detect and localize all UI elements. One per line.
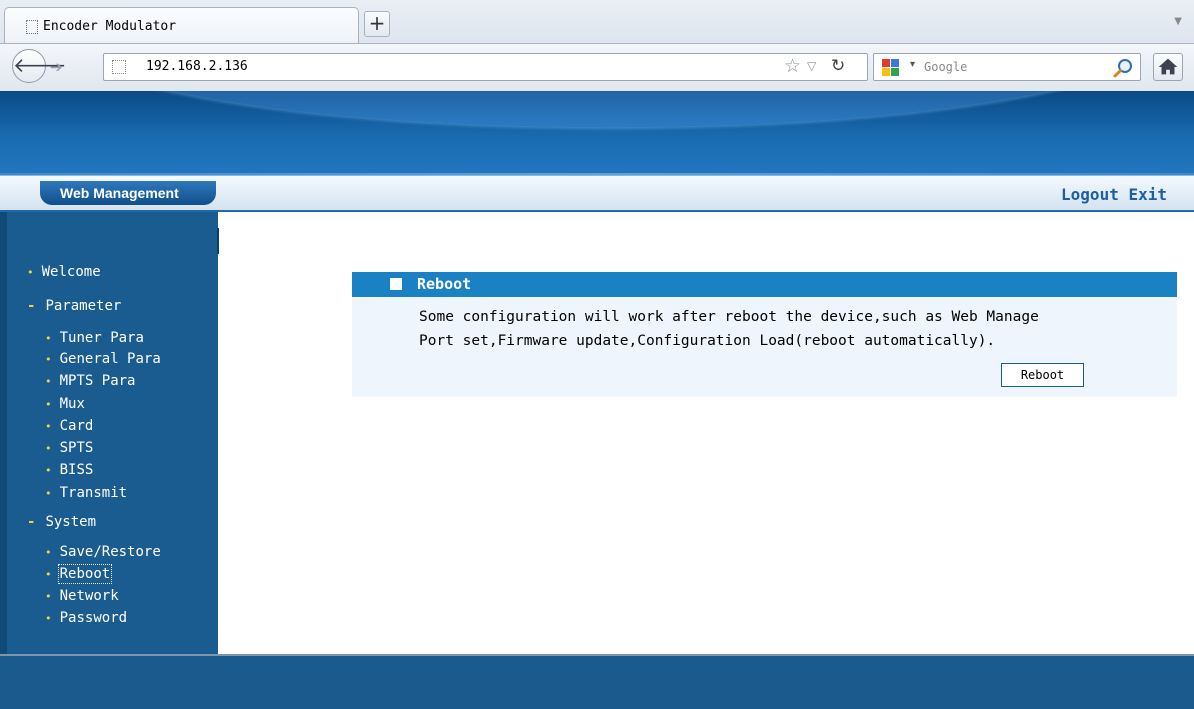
forward-button[interactable]: ➔ <box>50 58 63 76</box>
nav-parameter[interactable]: - Parameter <box>27 298 121 314</box>
bullet-icon: • <box>45 442 52 455</box>
nav-tuner-para[interactable]: • Tuner Para <box>45 330 144 346</box>
nav-mux[interactable]: • Mux <box>45 396 85 412</box>
bullet-icon: • <box>45 398 52 411</box>
navigation-toolbar: 🡐 ➔ 192.168.2.136 ☆ ▽ ↻ ▾ Google <box>0 43 1194 91</box>
nav-label[interactable]: Tuner Para <box>60 330 144 346</box>
square-icon <box>390 278 402 290</box>
panel-header: Reboot <box>352 272 1177 297</box>
browser-tab-strip: Encoder Modulator + ▼ <box>0 0 1194 43</box>
collapse-icon[interactable]: - <box>27 514 35 530</box>
nav-card[interactable]: • Card <box>45 418 93 434</box>
search-bar[interactable]: ▾ Google <box>873 53 1141 81</box>
bullet-icon: • <box>45 332 52 345</box>
nav-label[interactable]: Transmit <box>60 485 127 501</box>
bullet-icon: • <box>45 590 52 603</box>
nav-welcome[interactable]: • Welcome <box>27 264 101 280</box>
nav-label[interactable]: Password <box>60 610 127 626</box>
bullet-icon: • <box>45 487 52 500</box>
bullet-icon: • <box>45 353 52 366</box>
site-identity-icon[interactable] <box>112 60 126 74</box>
nav-save-restore[interactable]: • Save/Restore <box>45 544 161 560</box>
nav-label[interactable]: Mux <box>60 396 85 412</box>
reboot-description: Some configuration will work after reboo… <box>419 305 1169 353</box>
search-icon[interactable] <box>1112 57 1134 79</box>
nav-label[interactable]: MPTS Para <box>60 373 136 389</box>
address-bar[interactable]: 192.168.2.136 ☆ ▽ ↻ <box>103 53 868 81</box>
collapse-icon[interactable]: - <box>27 298 35 314</box>
nav-label[interactable]: BISS <box>60 462 94 478</box>
bookmark-star-icon[interactable]: ☆ <box>784 55 801 77</box>
header-banner <box>0 91 1194 175</box>
sidebar-divider <box>217 228 219 254</box>
nav-mpts-para[interactable]: • MPTS Para <box>45 373 135 389</box>
browser-tab[interactable]: Encoder Modulator <box>4 7 359 43</box>
nav-transmit[interactable]: • Transmit <box>45 485 127 501</box>
top-links: Logout Exit <box>1061 185 1167 204</box>
url-text[interactable]: 192.168.2.136 <box>146 59 248 74</box>
exit-link[interactable]: Exit <box>1128 185 1167 204</box>
engine-dropdown-icon[interactable]: ▾ <box>910 59 915 70</box>
page-favicon-icon <box>26 20 38 34</box>
footer-bar <box>0 654 1194 709</box>
history-dropdown-icon[interactable]: ▽ <box>807 59 816 73</box>
back-button[interactable]: 🡐 <box>12 49 67 83</box>
nav-system[interactable]: - System <box>27 514 96 530</box>
nav-label[interactable]: Network <box>60 588 119 604</box>
description-line: Port set,Firmware update,Configuration L… <box>419 333 996 349</box>
web-management-tab: Web Management <box>40 181 216 205</box>
banner-arc <box>50 91 1170 127</box>
nav-label[interactable]: Reboot <box>57 564 113 584</box>
nav-label[interactable]: Save/Restore <box>60 544 161 560</box>
bullet-icon: • <box>45 546 52 559</box>
nav-label[interactable]: Welcome <box>42 264 101 280</box>
nav-label[interactable]: Parameter <box>45 298 121 314</box>
nav-password[interactable]: • Password <box>45 610 127 626</box>
bullet-icon: • <box>45 612 52 625</box>
panel-title: Reboot <box>417 275 472 293</box>
sidebar-edge <box>0 212 7 709</box>
search-input[interactable]: Google <box>924 60 967 74</box>
nav-label[interactable]: SPTS <box>60 440 94 456</box>
reboot-button[interactable]: Reboot <box>1001 363 1084 387</box>
nav-label[interactable]: General Para <box>60 351 161 367</box>
home-icon <box>1158 58 1178 75</box>
bullet-icon: • <box>45 464 52 477</box>
bullet-icon: • <box>45 568 52 581</box>
description-line: Some configuration will work after reboo… <box>419 309 1039 325</box>
nav-label[interactable]: Card <box>60 418 94 434</box>
nav-general-para[interactable]: • General Para <box>45 351 161 367</box>
tab-title: Encoder Modulator <box>43 19 177 34</box>
nav-network[interactable]: • Network <box>45 588 119 604</box>
bullet-icon: • <box>45 375 52 388</box>
home-button[interactable] <box>1153 53 1183 81</box>
nav-label[interactable]: System <box>45 514 96 530</box>
google-engine-icon[interactable] <box>880 57 908 77</box>
nav-biss[interactable]: • BISS <box>45 462 93 478</box>
reload-icon[interactable]: ↻ <box>831 56 845 76</box>
new-tab-button[interactable]: + <box>364 11 390 37</box>
list-tabs-icon[interactable]: ▼ <box>1174 16 1182 27</box>
top-menu-bar: Web Management Logout Exit <box>0 175 1194 212</box>
logout-link[interactable]: Logout <box>1061 185 1119 204</box>
bullet-icon: • <box>27 266 34 279</box>
nav-reboot[interactable]: • Reboot <box>45 564 113 584</box>
bullet-icon: • <box>45 420 52 433</box>
reboot-panel: Reboot Some configuration will work afte… <box>352 272 1177 397</box>
nav-spts[interactable]: • SPTS <box>45 440 93 456</box>
